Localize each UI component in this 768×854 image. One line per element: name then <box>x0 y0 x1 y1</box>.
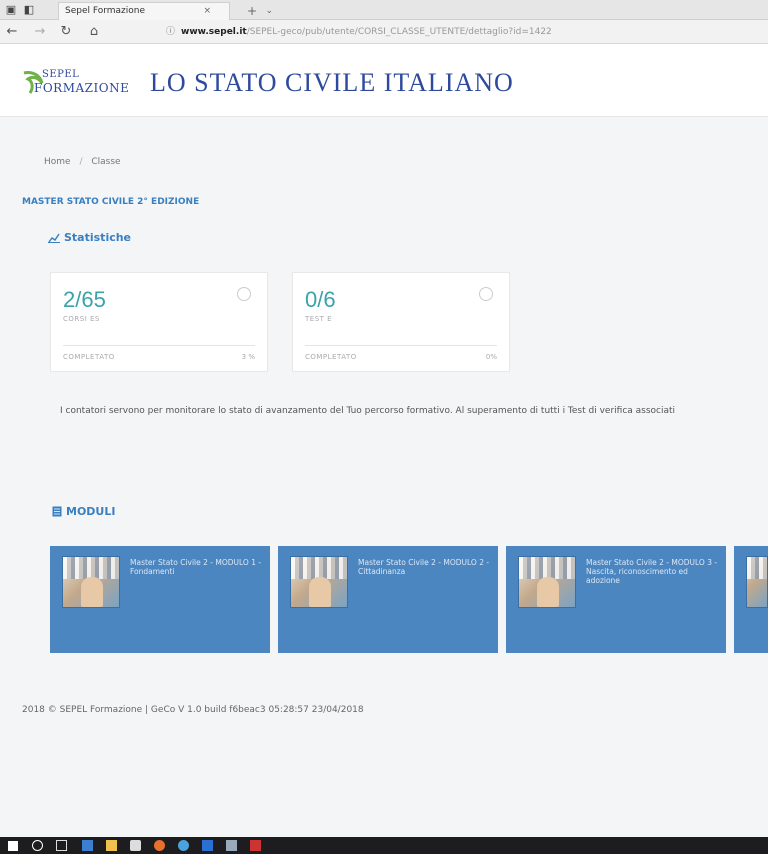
forward-icon[interactable]: → <box>32 24 48 40</box>
module-card[interactable]: Master Stato Civile 2 - MODULO 1 - Fonda… <box>50 546 270 653</box>
browser-address-bar: ← → ↻ ⌂ ⓘ www.sepel.it/SEPEL-geco/pub/ute… <box>0 20 768 44</box>
breadcrumb-home[interactable]: Home <box>44 157 71 167</box>
info-icon[interactable]: ⓘ <box>166 27 175 37</box>
app-icon[interactable] <box>202 840 213 851</box>
edge-icon[interactable] <box>82 840 93 851</box>
stat-card-courses: 2/65 CORSI ES COMPLETATO 3 % <box>50 272 268 372</box>
stat-footer-label: COMPLETATO <box>63 353 115 361</box>
stat-divider <box>63 345 255 346</box>
clock-icon <box>237 287 251 301</box>
module-title: Master Stato Civile 2 - MODULO 2 - Citta… <box>358 558 490 576</box>
pdf-icon[interactable] <box>250 840 261 851</box>
module-card[interactable]: Master Stato Civile 2 - MODULO 3 - Nasci… <box>506 546 726 653</box>
stat-divider <box>305 345 497 346</box>
module-thumbnail <box>518 556 576 608</box>
book-icon <box>52 506 62 517</box>
module-title: Master Stato Civile 2 - MODULO 1 - Fonda… <box>130 558 262 576</box>
stat-footer-value: 3 % <box>241 353 255 361</box>
stat-value: 0/6 <box>305 287 336 312</box>
chrome-icon[interactable] <box>178 840 189 851</box>
new-tab-icon[interactable]: + <box>247 3 257 19</box>
module-thumbnail <box>290 556 348 608</box>
stats-heading: Statistiche <box>48 231 131 244</box>
folder-icon[interactable] <box>106 840 117 851</box>
tab-title: Sepel Formazione <box>65 6 146 16</box>
page-footer: 2018 © SEPEL Formazione | GeCo V 1.0 bui… <box>22 705 364 715</box>
breadcrumb-current: Classe <box>91 157 121 167</box>
line-chart-icon <box>48 233 60 243</box>
chevron-down-icon[interactable]: ⌄ <box>265 3 273 19</box>
firefox-icon[interactable] <box>154 840 165 851</box>
windows-taskbar <box>0 837 768 854</box>
modules-heading-label: MODULI <box>66 505 116 518</box>
module-thumbnail <box>62 556 120 608</box>
stats-heading-label: Statistiche <box>64 231 132 244</box>
url-host: www.sepel.it <box>181 27 247 37</box>
page-content: SEPEL FORMAZIONE LO STATO CIVILE ITALIAN… <box>0 45 768 837</box>
info-text: I contatori servono per monitorare lo st… <box>60 406 676 416</box>
site-header: SEPEL FORMAZIONE LO STATO CIVILE ITALIAN… <box>0 45 768 117</box>
site-title: LO STATO CIVILE ITALIANO <box>150 68 514 97</box>
course-title: MASTER STATO CIVILE 2° EDIZIONE <box>22 197 200 207</box>
site-logo[interactable]: SEPEL FORMAZIONE LO STATO CIVILE ITALIAN… <box>22 63 514 103</box>
tab-aside-icon[interactable]: ◧ <box>22 3 36 17</box>
sepel-logo-mark: SEPEL FORMAZIONE <box>22 63 142 103</box>
stat-footer-label: COMPLETATO <box>305 353 357 361</box>
home-icon[interactable]: ⌂ <box>86 24 102 40</box>
close-icon[interactable]: × <box>203 3 211 19</box>
windows-start-icon[interactable] <box>8 841 18 851</box>
stat-label: TEST E <box>305 315 333 323</box>
logo-text-top: SEPEL <box>42 69 80 80</box>
browser-tab-bar: ▣ ◧ Sepel Formazione × + ⌄ <box>0 0 768 20</box>
breadcrumb-separator: / <box>79 157 83 167</box>
module-card[interactable] <box>734 546 768 653</box>
stat-footer-value: 0% <box>485 353 497 361</box>
clock-icon <box>479 287 493 301</box>
stat-label: CORSI ES <box>63 315 100 323</box>
task-view-icon[interactable] <box>56 840 67 851</box>
search-icon[interactable] <box>32 840 43 851</box>
back-icon[interactable]: ← <box>4 24 20 40</box>
logo-text-bottom: FORMAZIONE <box>34 81 130 95</box>
browser-tab[interactable]: Sepel Formazione × + ⌄ <box>58 2 273 20</box>
module-thumbnail <box>746 556 768 608</box>
store-icon[interactable] <box>130 840 141 851</box>
stat-card-tests: 0/6 TEST E COMPLETATO 0% <box>292 272 510 372</box>
module-card[interactable]: Master Stato Civile 2 - MODULO 2 - Citta… <box>278 546 498 653</box>
url-field[interactable]: ⓘ www.sepel.it/SEPEL-geco/pub/utente/CORS… <box>166 24 766 40</box>
breadcrumb: Home / Classe <box>44 157 121 167</box>
tab-actions-icon[interactable]: ▣ <box>4 3 18 17</box>
refresh-icon[interactable]: ↻ <box>58 24 74 40</box>
stat-value: 2/65 <box>63 287 106 312</box>
url-path: /SEPEL-geco/pub/utente/CORSI_CLASSE_UTEN… <box>246 27 552 37</box>
module-title: Master Stato Civile 2 - MODULO 3 - Nasci… <box>586 558 718 585</box>
modules-heading: MODULI <box>52 505 115 518</box>
app-icon[interactable] <box>226 840 237 851</box>
